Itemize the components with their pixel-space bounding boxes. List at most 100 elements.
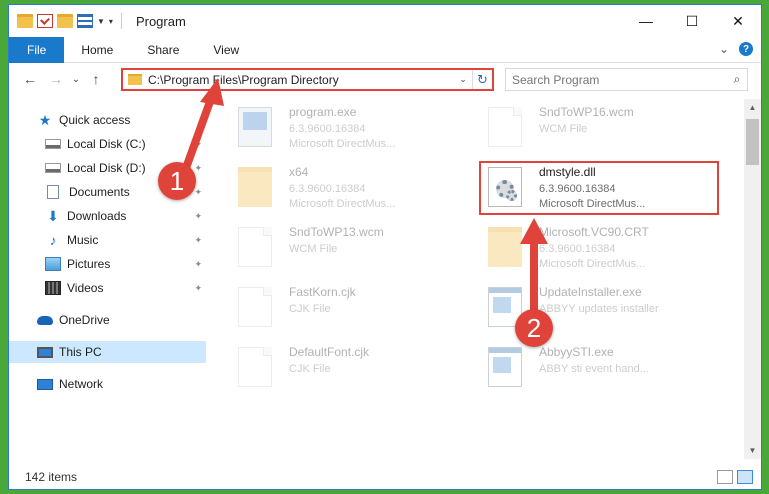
window-controls: — ☐ ✕ — [623, 5, 761, 37]
file-version: 6.3.9600.16384 — [289, 123, 366, 135]
file-name: program.exe — [289, 105, 357, 119]
sidebar-item-quick-access[interactable]: ★ Quick access — [9, 109, 206, 131]
close-button[interactable]: ✕ — [715, 5, 761, 37]
download-icon: ⬇ — [47, 208, 59, 224]
sidebar-item-pictures[interactable]: Pictures ✦ — [9, 253, 206, 275]
window-title: Program — [135, 13, 186, 29]
address-path[interactable]: C:\Program Files\Program Directory — [148, 73, 454, 87]
pin-icon[interactable]: ✦ — [194, 235, 202, 246]
highlight-box — [479, 161, 719, 215]
tab-share[interactable]: Share — [130, 37, 196, 63]
file-version: 6.3.9600.16384 — [539, 243, 616, 255]
sidebar-item-videos[interactable]: Videos ✦ — [9, 277, 206, 299]
network-icon — [37, 378, 53, 390]
app-icon — [488, 347, 522, 387]
address-dropdown-button[interactable]: ⌄ — [454, 74, 472, 85]
file-item-fastkorn[interactable]: FastKorn.cjk CJK File — [214, 279, 464, 337]
sidebar-item-downloads[interactable]: ⬇ Downloads ✦ — [9, 205, 206, 227]
file-item-defaultfont[interactable]: DefaultFont.cjk CJK File — [214, 339, 464, 397]
help-icon[interactable]: ? — [739, 42, 753, 56]
sidebar-item-onedrive[interactable]: OneDrive — [9, 309, 206, 331]
file-version: 6.3.9600.16384 — [289, 183, 366, 195]
file-name: SndToWP16.wcm — [539, 105, 634, 119]
file-item-abbyysti[interactable]: AbbyySTI.exe ABBY sti event hand... — [464, 339, 714, 397]
sidebar-item-label: Quick access — [59, 113, 131, 127]
search-icon[interactable]: ⌕ — [727, 72, 747, 87]
pin-icon[interactable]: ✦ — [194, 211, 202, 222]
document-icon — [238, 347, 272, 387]
sidebar-item-label: Local Disk (D:) — [67, 161, 146, 175]
file-item-x64[interactable]: x64 6.3.9600.16384 Microsoft DirectMus..… — [214, 159, 464, 217]
file-item-updateinstaller[interactable]: UpdateInstaller.exe ABBYY updates instal… — [464, 279, 714, 337]
properties-icon[interactable] — [37, 14, 53, 28]
file-description: Microsoft DirectMus... — [289, 138, 396, 150]
music-icon: ♪ — [49, 232, 57, 248]
maximize-button[interactable]: ☐ — [669, 5, 715, 37]
forward-button[interactable]: → — [43, 71, 69, 87]
sidebar-item-label: Pictures — [67, 257, 111, 271]
scroll-thumb[interactable] — [746, 119, 759, 165]
customize-toolbar-icon[interactable]: ▾ — [109, 17, 113, 26]
vertical-scrollbar[interactable]: ▲ ▼ — [744, 99, 761, 459]
sidebar-item-network[interactable]: Network — [9, 373, 206, 395]
file-item-program-exe[interactable]: program.exe 6.3.9600.16384 Microsoft Dir… — [214, 99, 464, 157]
file-list: program.exe 6.3.9600.16384 Microsoft Dir… — [214, 99, 744, 459]
folder-icon — [238, 167, 272, 207]
recent-locations-button[interactable]: ⌄ — [69, 74, 83, 85]
file-item-sndtowp13[interactable]: SndToWP13.wcm WCM File — [214, 219, 464, 277]
step-badge-1: 1 — [158, 162, 196, 200]
tab-file[interactable]: File — [9, 36, 65, 63]
pictures-icon — [45, 257, 61, 271]
sidebar-item-label: Videos — [67, 281, 104, 295]
file-name: DefaultFont.cjk — [289, 345, 370, 359]
sidebar-item-music[interactable]: ♪ Music ✦ — [9, 229, 206, 251]
sidebar-item-label: Network — [59, 377, 104, 391]
refresh-button[interactable]: ↻ — [472, 70, 492, 89]
pin-icon[interactable]: ✦ — [194, 139, 202, 150]
chevron-down-icon[interactable]: ▼ — [97, 17, 105, 26]
document-icon — [238, 227, 272, 267]
minimize-button[interactable]: — — [623, 5, 669, 37]
file-description: ABBY sti event hand... — [539, 363, 649, 375]
file-type: CJK File — [289, 363, 331, 375]
sidebar-item-local-disk-c[interactable]: Local Disk (C:) ✦ — [9, 133, 206, 155]
file-item-sndtowp16[interactable]: SndToWP16.wcm WCM File — [464, 99, 714, 157]
details-view-icon[interactable] — [717, 470, 733, 484]
folder-icon — [488, 227, 522, 267]
title-bar: ▼ ▾ Program — ☐ ✕ — [9, 5, 761, 37]
tab-view[interactable]: View — [196, 37, 256, 63]
pin-icon[interactable]: ✦ — [194, 187, 202, 198]
ribbon-tabs: File Home Share View ⌄ ? — [9, 36, 761, 63]
scroll-down-icon[interactable]: ▼ — [744, 442, 761, 459]
navigation-pane: ★ Quick access Local Disk (C:) ✦ Local D… — [9, 99, 209, 459]
document-icon — [238, 287, 272, 327]
view-options-icon[interactable] — [77, 14, 93, 28]
file-description: ABBYY updates installer — [539, 303, 659, 315]
folder-icon — [128, 74, 142, 85]
file-name: UpdateInstaller.exe — [539, 285, 642, 299]
sidebar-item-label: Local Disk (C:) — [67, 137, 146, 151]
sidebar-item-label: OneDrive — [59, 313, 110, 327]
pin-icon[interactable]: ✦ — [194, 259, 202, 270]
search-input[interactable] — [506, 72, 727, 87]
back-button[interactable]: ← — [17, 71, 43, 87]
pin-icon[interactable]: ✦ — [194, 283, 202, 294]
new-folder-icon[interactable] — [57, 14, 73, 28]
address-bar[interactable]: C:\Program Files\Program Directory ⌄ ↻ — [121, 68, 494, 91]
drive-icon — [45, 163, 61, 173]
navigation-bar: ← → ⌄ ↑ C:\Program Files\Program Directo… — [9, 63, 761, 95]
file-item-vc90-crt[interactable]: Microsoft.VC90.CRT 6.3.9600.16384 Micros… — [464, 219, 714, 277]
up-button[interactable]: ↑ — [83, 71, 109, 87]
tiles-view-icon[interactable] — [737, 470, 753, 484]
search-box[interactable]: ⌕ — [505, 68, 748, 91]
sidebar-item-this-pc[interactable]: This PC — [9, 341, 206, 363]
pin-icon[interactable]: ✦ — [194, 163, 202, 174]
exe-icon — [238, 107, 272, 147]
scroll-up-icon[interactable]: ▲ — [744, 99, 761, 116]
file-name: AbbyySTI.exe — [539, 345, 614, 359]
sidebar-item-label: Documents — [69, 185, 130, 199]
tab-home[interactable]: Home — [64, 37, 130, 63]
file-type: WCM File — [539, 123, 588, 135]
onedrive-icon — [37, 315, 53, 325]
expand-ribbon-icon[interactable]: ⌄ — [719, 42, 729, 56]
